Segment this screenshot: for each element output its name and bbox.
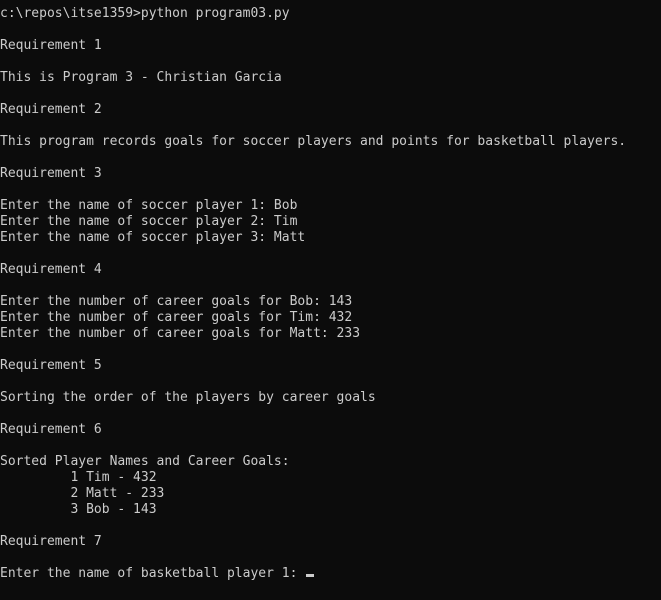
console-line-description: This program records goals for soccer pl… [0, 134, 627, 149]
console-line-requirement-2: Requirement 2 [0, 102, 102, 117]
console-line-requirement-6: Requirement 6 [0, 422, 102, 437]
console-line-requirement-7: Requirement 7 [0, 534, 102, 549]
console-line-requirement-5: Requirement 5 [0, 358, 102, 373]
console-line-goals-2: Enter the number of career goals for Tim… [0, 310, 353, 325]
console-line-sorted-header: Sorted Player Names and Career Goals: [0, 454, 290, 469]
console-line-command: c:\repos\itse1359>python program03.py [0, 6, 290, 21]
console-window[interactable]: c:\repos\itse1359>python program03.py Re… [0, 0, 661, 600]
console-input-line[interactable]: Enter the name of basketball player 1: [0, 566, 661, 582]
console-line-soccer-name-1: Enter the name of soccer player 1: Bob [0, 198, 298, 213]
console-line-requirement-4: Requirement 4 [0, 262, 102, 277]
console-line-sorting: Sorting the order of the players by care… [0, 390, 376, 405]
text-cursor [306, 574, 315, 577]
console-line-sorted-1: 1 Tim - 432 [0, 470, 157, 485]
console-line-soccer-name-2: Enter the name of soccer player 2: Tim [0, 214, 298, 229]
console-line-sorted-3: 3 Bob - 143 [0, 502, 157, 517]
console-line-goals-3: Enter the number of career goals for Mat… [0, 326, 361, 341]
console-line-requirement-1: Requirement 1 [0, 38, 102, 53]
console-line-requirement-3: Requirement 3 [0, 166, 102, 181]
console-line-soccer-name-3: Enter the name of soccer player 3: Matt [0, 230, 306, 245]
console-line-program-title: This is Program 3 - Christian Garcia [0, 70, 282, 85]
console-line-goals-1: Enter the number of career goals for Bob… [0, 294, 353, 309]
console-prompt: Enter the name of basketball player 1: [0, 566, 306, 581]
console-line-sorted-2: 2 Matt - 233 [0, 486, 165, 501]
